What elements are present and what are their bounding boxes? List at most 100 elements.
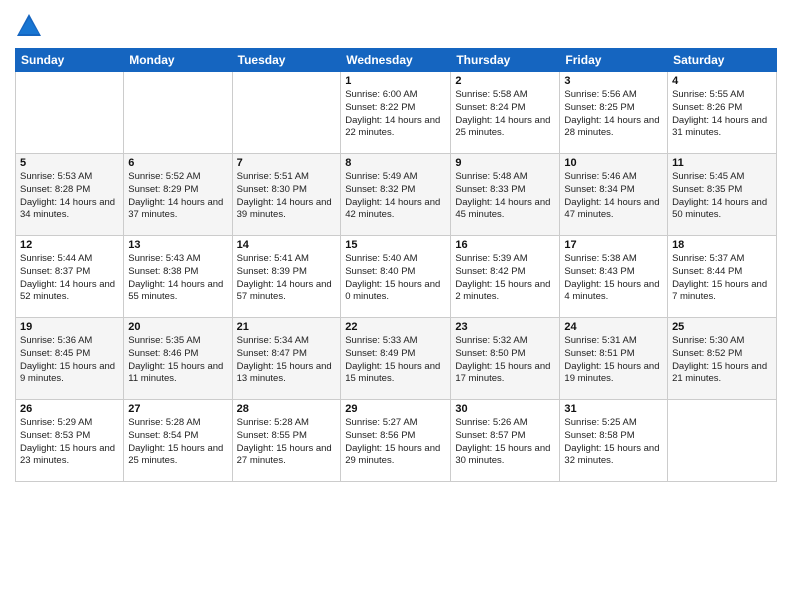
logo — [15, 10, 43, 40]
day-info: Sunrise: 5:52 AM Sunset: 8:29 PM Dayligh… — [128, 171, 227, 222]
day-number: 14 — [237, 239, 337, 251]
day-number: 17 — [564, 239, 663, 251]
day-info: Sunrise: 5:37 AM Sunset: 8:44 PM Dayligh… — [672, 253, 772, 304]
day-info: Sunrise: 5:51 AM Sunset: 8:30 PM Dayligh… — [237, 171, 337, 222]
day-info: Sunrise: 5:32 AM Sunset: 8:50 PM Dayligh… — [455, 335, 555, 386]
day-info: Sunrise: 5:26 AM Sunset: 8:57 PM Dayligh… — [455, 417, 555, 468]
calendar-week-1: 1 Sunrise: 6:00 AM Sunset: 8:22 PM Daylig… — [16, 72, 777, 154]
day-number: 27 — [128, 403, 227, 415]
day-number: 8 — [345, 157, 446, 169]
day-info: Sunrise: 5:31 AM Sunset: 8:51 PM Dayligh… — [564, 335, 663, 386]
calendar-day-21: 21 Sunrise: 5:34 AM Sunset: 8:47 PM Dayli… — [232, 318, 341, 400]
day-info: Sunrise: 6:00 AM Sunset: 8:22 PM Dayligh… — [345, 89, 446, 140]
calendar-day-4: 4Sunrise: 5:55 AM Sunset: 8:26 PM Daylig… — [668, 72, 777, 154]
day-number: 2 — [455, 75, 555, 87]
calendar-day-22: 22 Sunrise: 5:33 AM Sunset: 8:49 PM Dayli… — [341, 318, 451, 400]
day-number: 24 — [564, 321, 663, 333]
calendar-week-5: 26Sunrise: 5:29 AM Sunset: 8:53 PM Dayli… — [16, 400, 777, 482]
calendar-day-17: 17Sunrise: 5:38 AM Sunset: 8:43 PM Dayli… — [560, 236, 668, 318]
day-number: 20 — [128, 321, 227, 333]
calendar-header-tuesday: Tuesday — [232, 49, 341, 72]
calendar-day-9: 9 Sunrise: 5:48 AM Sunset: 8:33 PM Daylig… — [451, 154, 560, 236]
day-info: Sunrise: 5:35 AM Sunset: 8:46 PM Dayligh… — [128, 335, 227, 386]
day-number: 12 — [20, 239, 119, 251]
logo-icon — [15, 12, 43, 40]
day-number: 11 — [672, 157, 772, 169]
day-number: 30 — [455, 403, 555, 415]
day-number: 5 — [20, 157, 119, 169]
calendar-day-13: 13 Sunrise: 5:43 AM Sunset: 8:38 PM Dayli… — [124, 236, 232, 318]
calendar-day-10: 10 Sunrise: 5:46 AM Sunset: 8:34 PM Dayli… — [560, 154, 668, 236]
calendar-day-7: 7 Sunrise: 5:51 AM Sunset: 8:30 PM Daylig… — [232, 154, 341, 236]
day-info: Sunrise: 5:58 AM Sunset: 8:24 PM Dayligh… — [455, 89, 555, 140]
calendar-day-2: 2 Sunrise: 5:58 AM Sunset: 8:24 PM Daylig… — [451, 72, 560, 154]
day-info: Sunrise: 5:30 AM Sunset: 8:52 PM Dayligh… — [672, 335, 772, 386]
day-info: Sunrise: 5:34 AM Sunset: 8:47 PM Dayligh… — [237, 335, 337, 386]
day-number: 6 — [128, 157, 227, 169]
calendar-day-empty — [16, 72, 124, 154]
calendar-day-23: 23 Sunrise: 5:32 AM Sunset: 8:50 PM Dayli… — [451, 318, 560, 400]
day-number: 19 — [20, 321, 119, 333]
calendar-day-3: 3Sunrise: 5:56 AM Sunset: 8:25 PM Daylig… — [560, 72, 668, 154]
page: SundayMondayTuesdayWednesdayThursdayFrid… — [0, 0, 792, 612]
day-number: 25 — [672, 321, 772, 333]
calendar-week-4: 19 Sunrise: 5:36 AM Sunset: 8:45 PM Dayli… — [16, 318, 777, 400]
calendar-day-31: 31 Sunrise: 5:25 AM Sunset: 8:58 PM Dayli… — [560, 400, 668, 482]
day-info: Sunrise: 5:28 AM Sunset: 8:55 PM Dayligh… — [237, 417, 337, 468]
day-number: 15 — [345, 239, 446, 251]
calendar-day-16: 16 Sunrise: 5:39 AM Sunset: 8:42 PM Dayli… — [451, 236, 560, 318]
calendar-header-monday: Monday — [124, 49, 232, 72]
day-info: Sunrise: 5:41 AM Sunset: 8:39 PM Dayligh… — [237, 253, 337, 304]
calendar-day-20: 20 Sunrise: 5:35 AM Sunset: 8:46 PM Dayli… — [124, 318, 232, 400]
calendar-day-empty — [124, 72, 232, 154]
day-info: Sunrise: 5:53 AM Sunset: 8:28 PM Dayligh… — [20, 171, 119, 222]
calendar-day-24: 24 Sunrise: 5:31 AM Sunset: 8:51 PM Dayli… — [560, 318, 668, 400]
day-number: 13 — [128, 239, 227, 251]
day-number: 10 — [564, 157, 663, 169]
day-info: Sunrise: 5:55 AM Sunset: 8:26 PM Dayligh… — [672, 89, 772, 140]
day-info: Sunrise: 5:48 AM Sunset: 8:33 PM Dayligh… — [455, 171, 555, 222]
day-number: 31 — [564, 403, 663, 415]
day-number: 23 — [455, 321, 555, 333]
calendar-day-18: 18 Sunrise: 5:37 AM Sunset: 8:44 PM Dayli… — [668, 236, 777, 318]
day-number: 16 — [455, 239, 555, 251]
calendar-day-14: 14 Sunrise: 5:41 AM Sunset: 8:39 PM Dayli… — [232, 236, 341, 318]
calendar-day-30: 30 Sunrise: 5:26 AM Sunset: 8:57 PM Dayli… — [451, 400, 560, 482]
day-info: Sunrise: 5:36 AM Sunset: 8:45 PM Dayligh… — [20, 335, 119, 386]
day-number: 18 — [672, 239, 772, 251]
day-info: Sunrise: 5:43 AM Sunset: 8:38 PM Dayligh… — [128, 253, 227, 304]
calendar-week-2: 5 Sunrise: 5:53 AM Sunset: 8:28 PM Daylig… — [16, 154, 777, 236]
day-info: Sunrise: 5:29 AM Sunset: 8:53 PM Dayligh… — [20, 417, 119, 468]
calendar-day-empty — [232, 72, 341, 154]
day-number: 7 — [237, 157, 337, 169]
day-info: Sunrise: 5:46 AM Sunset: 8:34 PM Dayligh… — [564, 171, 663, 222]
calendar-day-29: 29Sunrise: 5:27 AM Sunset: 8:56 PM Dayli… — [341, 400, 451, 482]
calendar: SundayMondayTuesdayWednesdayThursdayFrid… — [15, 48, 777, 482]
day-number: 22 — [345, 321, 446, 333]
calendar-header-friday: Friday — [560, 49, 668, 72]
calendar-day-5: 5 Sunrise: 5:53 AM Sunset: 8:28 PM Daylig… — [16, 154, 124, 236]
calendar-header-saturday: Saturday — [668, 49, 777, 72]
day-info: Sunrise: 5:45 AM Sunset: 8:35 PM Dayligh… — [672, 171, 772, 222]
calendar-header-sunday: Sunday — [16, 49, 124, 72]
day-number: 21 — [237, 321, 337, 333]
day-number: 9 — [455, 157, 555, 169]
day-info: Sunrise: 5:33 AM Sunset: 8:49 PM Dayligh… — [345, 335, 446, 386]
calendar-day-15: 15 Sunrise: 5:40 AM Sunset: 8:40 PM Dayli… — [341, 236, 451, 318]
calendar-day-19: 19 Sunrise: 5:36 AM Sunset: 8:45 PM Dayli… — [16, 318, 124, 400]
day-number: 3 — [564, 75, 663, 87]
day-number: 28 — [237, 403, 337, 415]
calendar-day-11: 11 Sunrise: 5:45 AM Sunset: 8:35 PM Dayli… — [668, 154, 777, 236]
day-info: Sunrise: 5:40 AM Sunset: 8:40 PM Dayligh… — [345, 253, 446, 304]
calendar-day-27: 27Sunrise: 5:28 AM Sunset: 8:54 PM Dayli… — [124, 400, 232, 482]
calendar-day-1: 1 Sunrise: 6:00 AM Sunset: 8:22 PM Daylig… — [341, 72, 451, 154]
calendar-day-26: 26Sunrise: 5:29 AM Sunset: 8:53 PM Dayli… — [16, 400, 124, 482]
day-info: Sunrise: 5:44 AM Sunset: 8:37 PM Dayligh… — [20, 253, 119, 304]
day-number: 1 — [345, 75, 446, 87]
calendar-header-wednesday: Wednesday — [341, 49, 451, 72]
calendar-day-8: 8Sunrise: 5:49 AM Sunset: 8:32 PM Daylig… — [341, 154, 451, 236]
header — [15, 10, 777, 40]
calendar-day-25: 25 Sunrise: 5:30 AM Sunset: 8:52 PM Dayli… — [668, 318, 777, 400]
day-info: Sunrise: 5:25 AM Sunset: 8:58 PM Dayligh… — [564, 417, 663, 468]
day-info: Sunrise: 5:39 AM Sunset: 8:42 PM Dayligh… — [455, 253, 555, 304]
